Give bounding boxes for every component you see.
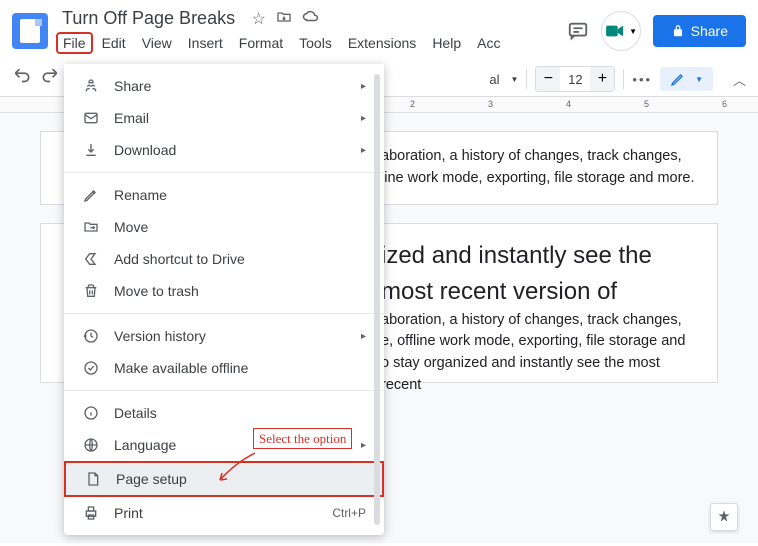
menu-label: Make available offline bbox=[114, 360, 366, 376]
file-menu-print[interactable]: Print Ctrl+P bbox=[64, 497, 384, 529]
doc-title[interactable]: Turn Off Page Breaks bbox=[56, 6, 241, 30]
explore-icon bbox=[716, 509, 732, 525]
file-menu-email[interactable]: Email ▸ bbox=[64, 102, 384, 134]
font-size-control: − 12 + bbox=[535, 66, 615, 92]
history-icon bbox=[82, 327, 100, 345]
ruler-mark: 5 bbox=[644, 99, 649, 109]
submenu-arrow-icon: ▸ bbox=[361, 113, 366, 124]
ruler-mark: 3 bbox=[488, 99, 493, 109]
email-icon bbox=[82, 109, 100, 127]
menu-label: Rename bbox=[114, 187, 366, 203]
comment-history-icon[interactable] bbox=[567, 20, 589, 42]
chevron-down-icon: ▼ bbox=[510, 75, 518, 84]
file-menu-details[interactable]: Details bbox=[64, 397, 384, 429]
body-text: aboration, a history of changes, track c… bbox=[381, 146, 695, 190]
submenu-arrow-icon: ▸ bbox=[361, 145, 366, 156]
chevron-down-icon: ▼ bbox=[695, 75, 703, 84]
menu-help[interactable]: Help bbox=[425, 32, 468, 54]
file-menu-offline[interactable]: Make available offline bbox=[64, 352, 384, 384]
menu-tools[interactable]: Tools bbox=[292, 32, 339, 54]
menu-label: Move to trash bbox=[114, 283, 366, 299]
menu-label: Email bbox=[114, 110, 347, 126]
menu-divider bbox=[64, 390, 384, 391]
menu-label: Details bbox=[114, 405, 366, 421]
body-text: ized and instantly see the most recent v… bbox=[381, 238, 695, 310]
annotation: Select the option bbox=[253, 430, 352, 448]
menu-format[interactable]: Format bbox=[232, 32, 290, 54]
font-size-increase[interactable]: + bbox=[590, 67, 614, 91]
body-text: aboration, a history of changes, track c… bbox=[381, 310, 695, 397]
download-icon bbox=[82, 141, 100, 159]
annotation-arrow-icon bbox=[215, 448, 260, 488]
move-folder-icon[interactable] bbox=[276, 9, 292, 30]
menu-view[interactable]: View bbox=[135, 32, 179, 54]
language-icon bbox=[82, 436, 100, 454]
share-icon bbox=[82, 77, 100, 95]
trash-icon bbox=[82, 282, 100, 300]
explore-button[interactable] bbox=[710, 503, 738, 531]
submenu-arrow-icon: ▸ bbox=[361, 440, 366, 451]
ruler-mark: 2 bbox=[410, 99, 415, 109]
menu-file[interactable]: File bbox=[56, 32, 93, 54]
font-size-decrease[interactable]: − bbox=[536, 67, 560, 91]
menu-label: Version history bbox=[114, 328, 347, 344]
rename-icon bbox=[82, 186, 100, 204]
shortcut-icon bbox=[82, 250, 100, 268]
menu-divider bbox=[64, 172, 384, 173]
print-icon bbox=[82, 504, 100, 522]
menu-label: Share bbox=[114, 78, 347, 94]
more-tools-icon[interactable]: ••• bbox=[632, 72, 652, 87]
pencil-icon bbox=[670, 71, 686, 87]
cloud-status-icon[interactable] bbox=[302, 9, 320, 30]
menu-acc[interactable]: Acc bbox=[470, 32, 507, 54]
page-setup-icon bbox=[84, 470, 102, 488]
details-icon bbox=[82, 404, 100, 422]
menu-shortcut: Ctrl+P bbox=[332, 506, 366, 520]
file-menu-add-shortcut[interactable]: Add shortcut to Drive bbox=[64, 243, 384, 275]
file-menu-move-to-trash[interactable]: Move to trash bbox=[64, 275, 384, 307]
annotation-text: Select the option bbox=[253, 428, 352, 449]
menu-edit[interactable]: Edit bbox=[95, 32, 133, 54]
file-menu-share[interactable]: Share ▸ bbox=[64, 70, 384, 102]
file-menu-move[interactable]: Move bbox=[64, 211, 384, 243]
share-label: Share bbox=[691, 23, 728, 39]
offline-icon bbox=[82, 359, 100, 377]
submenu-arrow-icon: ▸ bbox=[361, 331, 366, 342]
undo-icon[interactable] bbox=[12, 69, 32, 89]
menu-label: Move bbox=[114, 219, 366, 235]
file-menu-rename[interactable]: Rename bbox=[64, 179, 384, 211]
menu-insert[interactable]: Insert bbox=[181, 32, 230, 54]
menu-label: Download bbox=[114, 142, 347, 158]
chevron-down-icon: ▼ bbox=[629, 27, 637, 36]
file-menu-download[interactable]: Download ▸ bbox=[64, 134, 384, 166]
font-size-value[interactable]: 12 bbox=[560, 72, 590, 87]
redo-icon[interactable] bbox=[40, 69, 60, 89]
share-button[interactable]: Share bbox=[653, 15, 746, 47]
submenu-arrow-icon: ▸ bbox=[361, 81, 366, 92]
move-icon bbox=[82, 218, 100, 236]
file-menu-version-history[interactable]: Version history ▸ bbox=[64, 320, 384, 352]
menu-divider bbox=[64, 313, 384, 314]
meet-button[interactable]: ▼ bbox=[601, 11, 641, 51]
lock-icon bbox=[671, 24, 685, 38]
ruler-mark: 4 bbox=[566, 99, 571, 109]
editing-mode-button[interactable]: ▼ bbox=[660, 67, 713, 91]
menu-label: Print bbox=[114, 505, 318, 521]
star-icon[interactable]: ☆ bbox=[252, 9, 266, 30]
menu-extensions[interactable]: Extensions bbox=[341, 32, 423, 54]
menubar: File Edit View Insert Format Tools Exten… bbox=[56, 32, 559, 54]
menu-label: Add shortcut to Drive bbox=[114, 251, 366, 267]
font-style-partial[interactable]: al bbox=[489, 72, 499, 87]
ruler-mark: 6 bbox=[722, 99, 727, 109]
hide-menus-icon[interactable]: ︿ bbox=[733, 70, 746, 89]
docs-logo[interactable] bbox=[12, 13, 48, 49]
